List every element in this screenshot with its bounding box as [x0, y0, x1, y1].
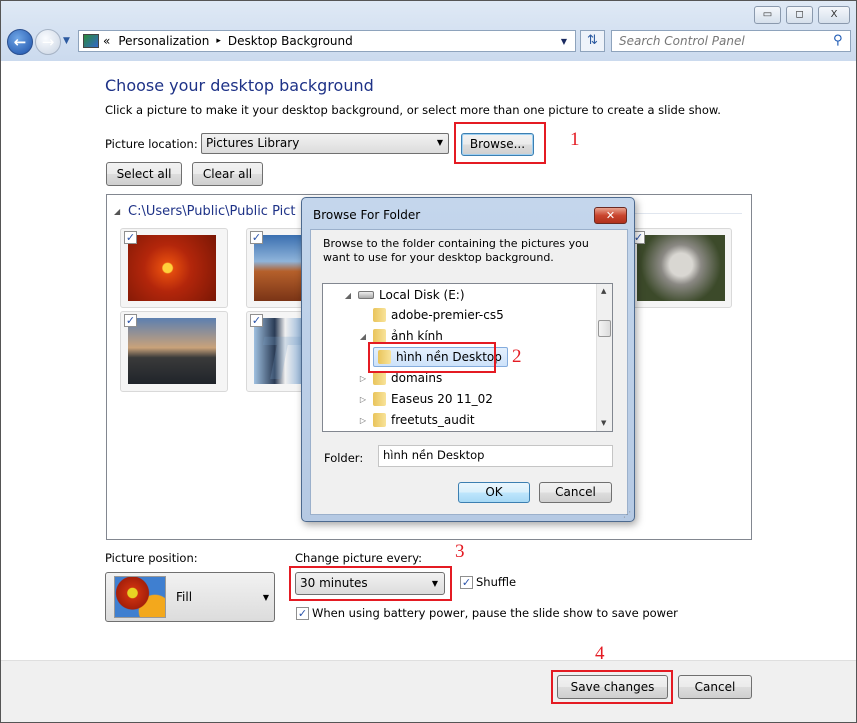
tree-item-freetuts-audit[interactable]: ▷ freetuts_audit — [358, 411, 475, 429]
annotation-number-1: 1 — [570, 129, 580, 150]
folder-icon — [373, 392, 386, 406]
drive-icon — [358, 291, 374, 299]
browse-button[interactable]: Browse... — [461, 133, 534, 156]
folder-icon — [373, 308, 386, 322]
dialog-close-button[interactable]: ✕ — [594, 207, 627, 224]
tree-item-easeus[interactable]: ▷ Easeus 20 11_02 — [358, 390, 493, 408]
minimize-button[interactable]: ▭ — [754, 6, 781, 24]
tree-item-label: Local Disk (E:) — [379, 288, 465, 302]
chevron-down-icon: ▼ — [262, 593, 269, 602]
breadcrumb-separator-icon[interactable]: ▸ — [216, 36, 221, 46]
thumbnail-checkbox[interactable]: ✓ — [124, 314, 137, 327]
tree-scrollbar[interactable]: ▲ ▼ — [596, 284, 612, 431]
position-preview-image — [114, 576, 166, 618]
folder-input[interactable]: hình nền Desktop — [378, 445, 613, 467]
dialog-ok-button[interactable]: OK — [458, 482, 530, 503]
save-changes-button[interactable]: Save changes — [557, 675, 668, 699]
annotation-number-4: 4 — [595, 643, 605, 664]
tree-item-label: freetuts_audit — [391, 413, 475, 427]
battery-pause-label: When using battery power, pause the slid… — [312, 606, 678, 620]
change-picture-interval-select[interactable]: 30 minutes ▼ — [295, 572, 445, 595]
clear-all-button[interactable]: Clear all — [192, 162, 263, 186]
scroll-up-icon[interactable]: ▲ — [601, 287, 606, 295]
folder-icon — [373, 371, 386, 385]
thumbnail-lighthouse[interactable]: ✓ — [120, 311, 228, 392]
battery-pause-checkbox[interactable]: ✓ — [296, 607, 309, 620]
annotation-box-2 — [368, 342, 496, 373]
refresh-button[interactable]: ⇅ — [580, 30, 605, 52]
back-button[interactable]: ← — [7, 29, 33, 55]
address-dropdown-icon[interactable]: ▼ — [561, 37, 567, 46]
thumbnail-image — [128, 235, 216, 301]
expand-icon[interactable]: ▷ — [358, 416, 368, 425]
chevron-down-icon: ▼ — [436, 138, 443, 147]
select-all-button[interactable]: Select all — [106, 162, 182, 186]
search-icon[interactable]: ⚲ — [833, 33, 843, 48]
dialog-instructions: Browse to the folder containing the pict… — [323, 237, 589, 264]
resize-grip-icon[interactable]: ⋰ — [623, 510, 631, 519]
tree-item-label: domains — [391, 371, 443, 385]
picture-location-select[interactable]: Pictures Library ▼ — [201, 133, 449, 154]
thumbnail-koala[interactable]: ✓ — [628, 228, 732, 308]
recent-pages-dropdown-icon[interactable]: ▼ — [63, 36, 70, 46]
thumbnail-image — [637, 235, 725, 301]
back-arrow-icon: ← — [13, 33, 27, 51]
address-overflow-chevron[interactable]: « — [103, 34, 110, 48]
annotation-number-2: 2 — [512, 346, 522, 367]
tree-item-label: adobe-premier-cs5 — [391, 308, 504, 322]
forward-button[interactable]: → — [35, 29, 61, 55]
page-title: Choose your desktop background — [105, 76, 374, 95]
tree-item-adobe-premier-cs5[interactable]: adobe-premier-cs5 — [358, 306, 504, 324]
search-input[interactable]: Search Control Panel — [611, 30, 851, 52]
control-panel-icon — [83, 34, 99, 48]
thumbnail-image — [128, 318, 216, 384]
expand-icon[interactable]: ◢ — [358, 332, 368, 341]
picture-location-value: Pictures Library — [206, 136, 300, 150]
dialog-cancel-button[interactable]: Cancel — [539, 482, 612, 503]
change-picture-label: Change picture every: — [295, 551, 423, 565]
cancel-button[interactable]: Cancel — [678, 675, 752, 699]
expand-icon[interactable]: ▷ — [358, 395, 368, 404]
folder-icon — [373, 329, 386, 343]
tree-item-local-disk[interactable]: ◢ Local Disk (E:) — [343, 286, 465, 304]
page-subtitle: Click a picture to make it your desktop … — [105, 103, 721, 117]
close-button[interactable]: X — [818, 6, 850, 24]
group-path-header: C:\Users\Public\Public Pict — [128, 204, 296, 219]
expand-icon[interactable]: ◢ — [343, 291, 353, 300]
scroll-down-icon[interactable]: ▼ — [601, 419, 606, 427]
breadcrumb-personalization[interactable]: Personalization — [118, 34, 209, 48]
refresh-icon: ⇅ — [587, 33, 598, 48]
shuffle-checkbox[interactable]: ✓ — [460, 576, 473, 589]
dialog-title: Browse For Folder — [313, 208, 421, 222]
address-bar[interactable]: « Personalization ▸ Desktop Background ▼ — [78, 30, 576, 52]
folder-icon — [373, 413, 386, 427]
folder-label: Folder: — [324, 451, 364, 465]
chevron-down-icon: ▼ — [431, 579, 438, 588]
thumbnail-image — [254, 235, 306, 301]
picture-position-label: Picture position: — [105, 551, 198, 565]
group-collapse-icon[interactable]: ◢ — [114, 207, 120, 216]
thumbnail-chrysanthemum[interactable]: ✓ — [120, 228, 228, 308]
breadcrumb-desktop-background[interactable]: Desktop Background — [228, 34, 353, 48]
tree-item-label: Easeus 20 11_02 — [391, 392, 493, 406]
shuffle-label: Shuffle — [476, 575, 517, 589]
maximize-button[interactable]: ◻ — [786, 6, 813, 24]
picture-position-select[interactable]: Fill ▼ — [105, 572, 275, 622]
picture-location-label: Picture location: — [105, 137, 198, 151]
expand-icon[interactable]: ▷ — [358, 374, 368, 383]
annotation-number-3: 3 — [455, 541, 465, 562]
forward-arrow-icon: → — [41, 33, 55, 51]
interval-value: 30 minutes — [300, 576, 368, 590]
tree-item-label: ảnh kính — [391, 329, 443, 343]
thumbnail-desert[interactable]: ✓ — [246, 228, 306, 308]
thumbnail-checkbox[interactable]: ✓ — [124, 231, 137, 244]
thumbnail-checkbox[interactable]: ✓ — [250, 231, 263, 244]
scrollbar-thumb[interactable] — [598, 320, 611, 337]
picture-position-value: Fill — [176, 590, 193, 604]
